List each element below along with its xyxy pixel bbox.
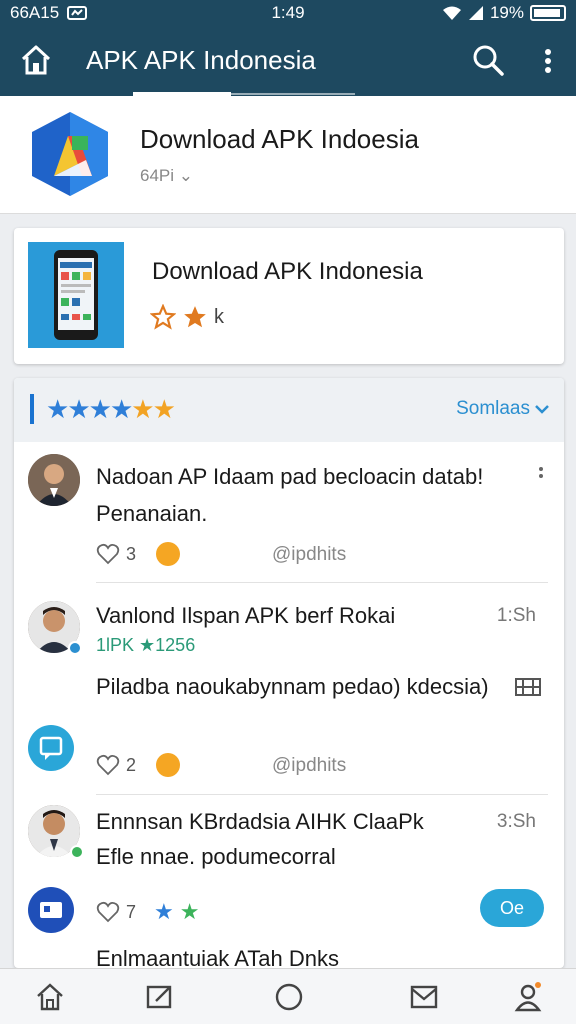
action-pill-button[interactable]: Oe: [480, 889, 544, 927]
app-bar: APK APK Indonesia: [0, 26, 576, 96]
status-bar: 66A15 1:49 19%: [0, 0, 576, 26]
star-icon: ★: [154, 899, 174, 924]
signal-icon: [468, 6, 483, 20]
review-meta: 1lPK ★1256: [96, 635, 196, 655]
heart-icon[interactable]: [96, 543, 120, 565]
review-author: Vanlond Ilspan APK berf Rokai: [96, 603, 396, 628]
star-filled-icon: [184, 306, 206, 328]
rating-stars: ★★★★★★: [46, 394, 176, 425]
wifi-icon: [442, 6, 461, 20]
app-logo-icon: [32, 112, 108, 196]
star-icon: ★: [152, 394, 176, 424]
film-icon[interactable]: [514, 675, 542, 699]
message-icon[interactable]: [28, 887, 74, 933]
review-author: Ennnsan KBrdadsia AIHK ClaaPk: [96, 809, 424, 834]
review-actions: 2: [96, 753, 181, 777]
promo-thumbnail: [28, 242, 124, 348]
review-actions: 7 ★ ★: [96, 899, 199, 925]
reaction-emoji-icon[interactable]: [156, 753, 181, 777]
review-author: Enlmaantuiak ATah Dnks: [96, 946, 339, 968]
star-icon: ★: [46, 394, 69, 424]
app-name: Download APK Indoesia: [140, 124, 419, 154]
review-item[interactable]: Ennnsan KBrdadsia AIHK ClaaPk 3:Sh Efle …: [14, 795, 564, 935]
review-item[interactable]: Vanlond Ilspan APK berf Rokai 1:Sh 1lPK …: [14, 583, 564, 793]
like-count: 7: [126, 901, 137, 922]
download-promo-card[interactable]: Download APK Indonesia k: [14, 228, 564, 364]
battery-percent: 19%: [489, 3, 524, 22]
chevron-down-icon: [535, 405, 549, 414]
app-header-card[interactable]: Download APK Indoesia 64Pi ⌄: [0, 96, 576, 214]
review-item[interactable]: Nadoan AP Idaam pad becloacin datab! Pen…: [14, 442, 564, 582]
circle-icon[interactable]: [273, 981, 305, 1013]
bottom-navigation: [0, 968, 576, 1024]
star-icon: ★: [88, 394, 112, 424]
phone-screen: [58, 258, 94, 330]
star-icon: ★: [131, 394, 154, 424]
edit-icon[interactable]: [144, 981, 176, 1013]
review-time: 3:Sh: [496, 811, 536, 832]
screen-content-icon: [60, 262, 92, 320]
profile-icon[interactable]: [512, 981, 544, 1013]
rating-suffix: k: [214, 305, 224, 328]
promo-rating: k: [150, 304, 224, 330]
sort-label: Somlaas: [456, 398, 530, 419]
like-count: 3: [126, 543, 137, 564]
search-icon[interactable]: [470, 42, 506, 78]
promo-title: Download APK Indonesia: [152, 258, 423, 285]
reviews-card: ★★★★★★ Somlaas Nadoan AP Idaam pad beclo…: [14, 378, 564, 968]
chat-bubble-icon[interactable]: [28, 725, 74, 771]
mail-icon[interactable]: [408, 981, 440, 1013]
section-accent-bar: [30, 394, 34, 424]
more-options-icon[interactable]: [538, 466, 544, 486]
review-item[interactable]: Enlmaantuiak ATah Dnks: [14, 940, 564, 968]
review-time: 1:Sh: [496, 605, 536, 626]
reviews-header: ★★★★★★ Somlaas: [14, 378, 564, 442]
star-outline-icon: [150, 304, 176, 330]
battery-icon: [530, 5, 566, 21]
online-badge-icon: [70, 845, 84, 859]
replies-link[interactable]: @ipdhits: [272, 544, 346, 566]
avatar[interactable]: [28, 454, 80, 506]
star-icon: ★: [109, 394, 133, 424]
online-badge-icon: [68, 641, 82, 655]
heart-icon[interactable]: [96, 754, 120, 776]
star-icon: ★: [67, 394, 90, 424]
review-text: Penanaian.: [96, 501, 208, 526]
review-text: Efle nnae. podumecorral: [96, 844, 336, 869]
tab-indicator-track: [231, 93, 355, 95]
review-author: Nadoan AP Idaam pad becloacin datab!: [96, 464, 484, 489]
chat-icon: [39, 736, 63, 760]
home-icon[interactable]: [18, 42, 54, 78]
sort-dropdown[interactable]: Somlaas: [456, 398, 550, 420]
replies-link[interactable]: @ipdhits: [272, 755, 346, 777]
home-icon[interactable]: [34, 981, 66, 1013]
app-subtitle[interactable]: 64Pi ⌄: [140, 166, 193, 186]
app-title: APK APK Indonesia: [86, 45, 316, 75]
reaction-emoji-icon[interactable]: [156, 542, 181, 566]
heart-icon[interactable]: [96, 901, 120, 923]
like-count: 2: [126, 754, 137, 775]
more-options-icon[interactable]: [536, 44, 560, 80]
user-photo-icon: [28, 454, 80, 506]
star-icon: ★: [179, 899, 200, 924]
review-actions: 3: [96, 542, 181, 566]
envelope-icon: [40, 902, 62, 918]
review-text: Piladba naoukabynnam pedao) kdecsia): [96, 674, 489, 699]
